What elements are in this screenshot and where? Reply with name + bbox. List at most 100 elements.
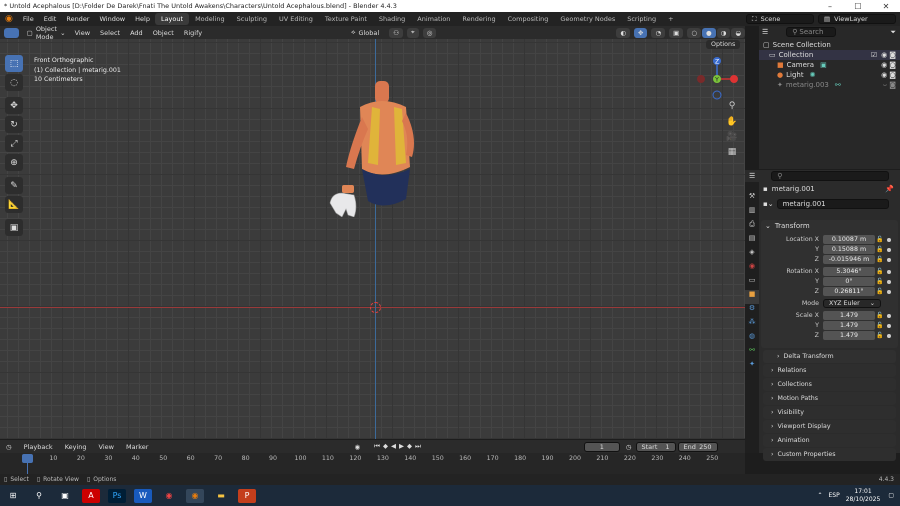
- next-key-icon[interactable]: ◆: [407, 442, 415, 450]
- location-x-field[interactable]: 0.10087 m: [823, 235, 875, 244]
- blender-logo-icon[interactable]: ◉: [0, 14, 18, 24]
- clock-icon[interactable]: ◷: [626, 443, 632, 451]
- menu-timeline-view[interactable]: View: [93, 443, 120, 451]
- gizmo-neg-z-icon[interactable]: [712, 90, 722, 100]
- jump-end-icon[interactable]: ⏭: [415, 442, 424, 450]
- subpanel-collections[interactable]: › Collections: [763, 378, 896, 391]
- rotation-z-field[interactable]: 0.26811°: [823, 287, 875, 296]
- keyframe-dot-icon[interactable]: [887, 237, 891, 242]
- world-tab-icon[interactable]: ◉: [745, 262, 759, 276]
- menu-add[interactable]: Add: [125, 29, 148, 37]
- pan-hand-icon[interactable]: ✋: [725, 117, 739, 131]
- pin-icon[interactable]: 📌: [885, 185, 894, 193]
- start-frame-field[interactable]: Start 1: [635, 441, 676, 452]
- move-tool-icon[interactable]: ✥: [5, 97, 23, 114]
- notification-icon[interactable]: ▢: [888, 492, 894, 499]
- add-cube-tool-icon[interactable]: ▣: [5, 219, 23, 236]
- rotation-y-field[interactable]: 0°: [823, 277, 875, 286]
- particles-tab-icon[interactable]: ⁂: [745, 318, 759, 332]
- properties-search[interactable]: ⚲: [771, 171, 890, 181]
- lock-icon[interactable]: 🔓: [875, 246, 885, 253]
- timeline-ruler[interactable]: 0 10 20 30 40 50 60 70 80 90 100 110 120 130 140 150 160…: [0, 453, 745, 474]
- tab-layout[interactable]: Layout: [154, 13, 190, 25]
- task-view-icon[interactable]: ▣: [56, 489, 74, 503]
- menu-rigify[interactable]: Rigify: [179, 29, 207, 37]
- checkbox-icon[interactable]: ☑: [871, 51, 877, 59]
- lock-icon[interactable]: 🔓: [875, 312, 885, 319]
- menu-select[interactable]: Select: [95, 29, 125, 37]
- blender-taskbar-icon[interactable]: ◉: [186, 488, 204, 503]
- powerpoint-icon[interactable]: P: [238, 488, 256, 503]
- measure-tool-icon[interactable]: 📐: [5, 196, 23, 213]
- camera-render-icon[interactable]: ◙: [889, 61, 896, 69]
- jump-start-icon[interactable]: ⏮: [374, 442, 383, 450]
- camera-render-icon[interactable]: ◙: [889, 51, 896, 59]
- zoom-icon[interactable]: ⚲: [725, 101, 739, 115]
- eye-icon[interactable]: ◉: [881, 71, 887, 79]
- word-icon[interactable]: W: [134, 488, 152, 503]
- lock-icon[interactable]: 🔓: [875, 288, 885, 295]
- data-tab-icon[interactable]: ✦: [745, 360, 759, 374]
- render-tab-icon[interactable]: ▥: [745, 206, 759, 220]
- object-mode-dropdown[interactable]: ▢ Object Mode ⌄: [23, 25, 70, 41]
- timeline-editor-icon[interactable]: ◷: [0, 443, 18, 451]
- transform-panel-header[interactable]: ⌄ Transform: [761, 220, 898, 232]
- filter-icon[interactable]: ⏷: [890, 28, 896, 37]
- properties-display-icon[interactable]: ☰: [749, 172, 755, 180]
- location-z-field[interactable]: -0.015946 m: [823, 255, 875, 264]
- tab-rendering[interactable]: Rendering: [456, 13, 501, 25]
- select-mode-buttons[interactable]: [4, 27, 19, 38]
- photoshop-icon[interactable]: Ps: [108, 488, 126, 503]
- current-frame-field[interactable]: 1: [583, 441, 620, 452]
- outliner-item-scene-collection[interactable]: ▢ Scene Collection: [759, 40, 900, 50]
- keyframe-dot-icon[interactable]: [887, 313, 891, 318]
- visibility-button[interactable]: ◐: [616, 27, 631, 38]
- xray-button[interactable]: ▣: [669, 27, 684, 38]
- acrobat-icon[interactable]: A: [82, 488, 100, 503]
- camera-view-icon[interactable]: 🎥: [725, 132, 739, 146]
- chrome-icon[interactable]: ◉: [160, 489, 178, 503]
- cursor-tool-icon[interactable]: ◌: [5, 74, 23, 91]
- menu-keying[interactable]: Keying: [59, 443, 93, 451]
- tab-sculpting[interactable]: Sculpting: [231, 13, 273, 25]
- lock-icon[interactable]: 🔓: [875, 268, 885, 275]
- tab-modeling[interactable]: Modeling: [189, 13, 231, 25]
- outliner-item-light[interactable]: ● Light ✺ ◉ ◙: [759, 70, 900, 80]
- minimize-icon[interactable]: –: [816, 2, 844, 11]
- lock-icon[interactable]: 🔓: [875, 332, 885, 339]
- close-icon[interactable]: ✕: [872, 2, 900, 11]
- output-tab-icon[interactable]: ⎙: [745, 220, 759, 234]
- 3d-viewport[interactable]: Front Orthographic (1) Collection | meta…: [0, 39, 745, 439]
- play-reverse-icon[interactable]: ◀: [391, 442, 399, 450]
- view-layer-selector[interactable]: ▤ ViewLayer: [818, 14, 896, 24]
- constraints-tab-icon[interactable]: ⚯: [745, 346, 759, 360]
- language-indicator[interactable]: ESP: [829, 492, 840, 499]
- menu-file[interactable]: File: [18, 15, 39, 23]
- tool-tab-icon[interactable]: ⚒: [745, 192, 759, 206]
- windows-start-icon[interactable]: ⊞: [4, 489, 22, 503]
- keyframe-dot-icon[interactable]: [887, 289, 891, 294]
- camera-render-icon[interactable]: ◙: [889, 71, 896, 79]
- menu-view[interactable]: View: [70, 29, 95, 37]
- object-name-field[interactable]: metarig.001: [776, 199, 889, 209]
- transform-tool-icon[interactable]: ⊕: [5, 154, 23, 171]
- menu-help[interactable]: Help: [130, 15, 155, 23]
- prev-key-icon[interactable]: ◆: [383, 442, 391, 450]
- subpanel-motion-paths[interactable]: › Motion Paths: [763, 392, 896, 405]
- physics-tab-icon[interactable]: ◍: [745, 332, 759, 346]
- rotation-x-field[interactable]: 5.3046°: [823, 267, 875, 276]
- tab-shading[interactable]: Shading: [373, 13, 411, 25]
- select-box-tool-icon[interactable]: ⬚: [5, 55, 23, 72]
- keyframe-dot-icon[interactable]: [887, 257, 891, 262]
- modifier-tab-icon[interactable]: ⚙: [745, 304, 759, 318]
- outliner-item-collection[interactable]: ▭ Collection ☑ ◉ ◙: [759, 50, 900, 60]
- lock-icon[interactable]: 🔓: [875, 236, 885, 243]
- overlay-button[interactable]: ◔: [651, 27, 666, 38]
- clock[interactable]: 17:01 28/10/2025: [846, 488, 881, 504]
- gizmo-button[interactable]: ✥: [634, 27, 648, 38]
- navigation-gizmo[interactable]: Y Z: [695, 53, 741, 101]
- gizmo-neg-x-icon[interactable]: [697, 75, 705, 83]
- record-icon[interactable]: ◉: [354, 443, 360, 451]
- eye-icon[interactable]: ◉: [881, 61, 887, 69]
- location-y-field[interactable]: 0.15088 m: [823, 245, 875, 254]
